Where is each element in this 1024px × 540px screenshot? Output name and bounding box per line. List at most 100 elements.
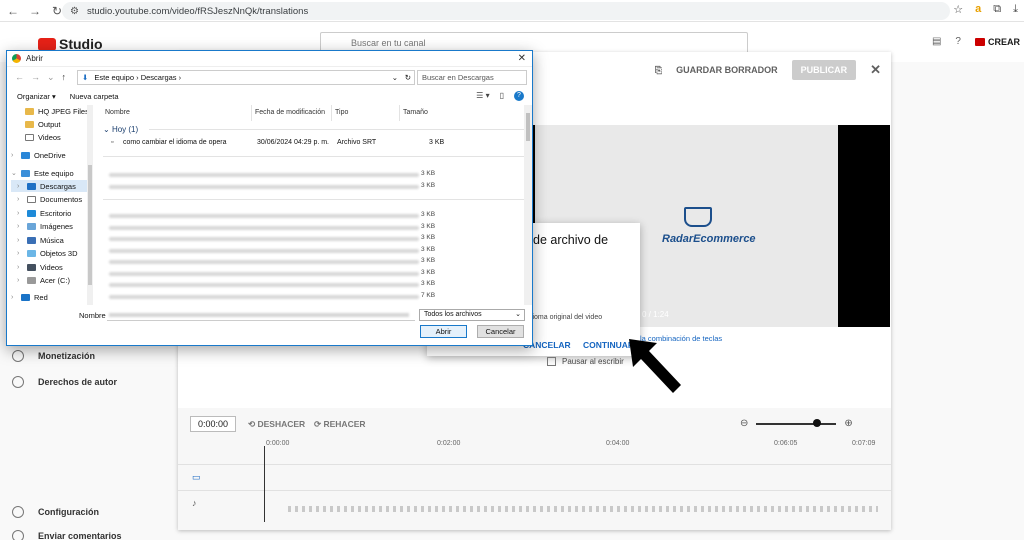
zoom-slider[interactable] bbox=[756, 418, 837, 427]
file-type-select[interactable]: Todos los archivos ⌄ bbox=[419, 309, 525, 321]
nav-item-videos-folder[interactable]: Videos bbox=[11, 131, 91, 143]
new-folder-button[interactable]: Nueva carpeta bbox=[70, 92, 119, 101]
chevron-down-icon[interactable]: ⌄ bbox=[392, 71, 398, 84]
download-icon[interactable]: ⤓ bbox=[1013, 3, 1018, 16]
blurred-file-row[interactable] bbox=[109, 295, 419, 299]
blurred-file-row[interactable] bbox=[109, 272, 419, 276]
document-icon bbox=[25, 133, 34, 141]
chevron-right-icon[interactable]: › bbox=[11, 294, 17, 301]
back-icon[interactable]: ← bbox=[15, 72, 24, 83]
blurred-file-row[interactable] bbox=[109, 260, 419, 264]
column-divider[interactable] bbox=[251, 105, 252, 121]
blurred-file-row[interactable] bbox=[109, 214, 419, 218]
extension-icon[interactable]: a bbox=[975, 3, 981, 16]
blurred-file-row[interactable] bbox=[109, 283, 419, 287]
refresh-icon[interactable]: ↻ bbox=[405, 71, 411, 84]
nav-item-videos[interactable]: › Videos bbox=[11, 261, 91, 273]
open-button[interactable]: Abrir bbox=[420, 325, 467, 338]
disk-icon bbox=[27, 276, 36, 284]
nav-item-hq-jpeg-files[interactable]: HQ JPEG Files bbox=[11, 105, 91, 117]
path-breadcrumb[interactable]: ⬇ Este equipo › Descargas › ⌄ ↻ bbox=[77, 70, 415, 85]
nav-item-3d-objects[interactable]: › Objetos 3D bbox=[11, 247, 91, 259]
playhead[interactable] bbox=[264, 446, 265, 522]
filename-input[interactable] bbox=[107, 309, 415, 321]
ruler-label: 0:07:09 bbox=[852, 440, 876, 447]
nav-item-network[interactable]: › Red bbox=[11, 291, 91, 303]
undo-button[interactable]: ⟲ DESHACER bbox=[248, 419, 305, 430]
subtitle-track-icon[interactable]: ▭ bbox=[192, 472, 201, 483]
sidebar-item-settings[interactable]: Configuración bbox=[12, 506, 99, 518]
file-list-scrollbar-thumb[interactable] bbox=[526, 113, 530, 141]
save-draft-button[interactable]: GUARDAR BORRADOR bbox=[676, 65, 778, 75]
nav-item-this-pc[interactable]: ⌄ Este equipo bbox=[11, 167, 91, 179]
up-icon[interactable]: ↑ bbox=[62, 72, 67, 83]
sidebar-item-copyright[interactable]: Derechos de autor bbox=[12, 376, 117, 388]
chevron-right-icon[interactable]: › bbox=[17, 277, 23, 284]
column-name[interactable]: Nombre bbox=[105, 109, 130, 116]
bookmark-star-icon[interactable]: ☆ bbox=[953, 3, 963, 16]
time-input[interactable]: 0:00:00 bbox=[190, 416, 236, 432]
nav-scrollbar-thumb[interactable] bbox=[88, 165, 92, 285]
column-date[interactable]: Fecha de modificación bbox=[255, 109, 325, 116]
help-icon[interactable]: ? bbox=[955, 36, 961, 47]
nav-item-desktop[interactable]: › Escritorio bbox=[11, 207, 91, 219]
close-icon[interactable]: ✕ bbox=[870, 62, 881, 78]
file-list-scrollbar[interactable] bbox=[524, 105, 532, 305]
nav-item-onedrive[interactable]: › OneDrive bbox=[11, 149, 91, 161]
preview-pane-icon[interactable]: ▯ bbox=[500, 91, 504, 101]
nav-scrollbar[interactable] bbox=[87, 105, 93, 305]
chevron-right-icon[interactable]: › bbox=[17, 183, 23, 190]
column-size[interactable]: Tamaño bbox=[403, 109, 428, 116]
chevron-right-icon[interactable]: › bbox=[17, 223, 23, 230]
file-row[interactable]: ▫ como cambiar el idioma de opera 30/06/… bbox=[103, 139, 528, 150]
column-type[interactable]: Tipo bbox=[335, 109, 348, 116]
view-options-icon[interactable]: ☰ ▾ bbox=[476, 91, 489, 101]
publish-button[interactable]: PUBLICAR bbox=[791, 60, 857, 80]
copyright-icon bbox=[12, 376, 24, 388]
nav-item-downloads[interactable]: › Descargas bbox=[11, 180, 91, 192]
column-divider[interactable] bbox=[331, 105, 332, 121]
sidebar-item-monetization[interactable]: Monetización bbox=[12, 350, 95, 362]
group-header[interactable]: ⌄ Hoy (1) bbox=[103, 125, 138, 134]
zoom-slider-thumb[interactable] bbox=[813, 418, 822, 427]
folder-search-input[interactable]: Buscar en Descargas bbox=[417, 70, 527, 85]
zoom-out-icon[interactable]: ⊖ bbox=[740, 418, 748, 429]
create-button[interactable]: CREAR bbox=[974, 37, 1020, 47]
recent-icon[interactable]: ⌄ bbox=[47, 72, 55, 83]
column-divider[interactable] bbox=[399, 105, 400, 121]
chevron-right-icon[interactable]: › bbox=[17, 237, 23, 244]
redo-button[interactable]: ⟳ REHACER bbox=[314, 419, 366, 430]
chevron-right-icon[interactable]: › bbox=[17, 264, 23, 271]
nav-item-music[interactable]: › Música bbox=[11, 234, 91, 246]
chevron-right-icon[interactable]: › bbox=[17, 196, 23, 203]
organize-button[interactable]: Organizar ▾ bbox=[17, 92, 56, 101]
chevron-down-icon[interactable]: ⌄ bbox=[11, 169, 17, 177]
close-icon[interactable]: ✕ bbox=[518, 53, 526, 64]
site-settings-icon[interactable]: ⚙ bbox=[70, 6, 79, 17]
pause-while-typing[interactable]: Pausar al escribir bbox=[547, 357, 624, 366]
blurred-file-row[interactable] bbox=[109, 249, 419, 253]
forward-icon[interactable]: → bbox=[31, 72, 40, 83]
nav-item-images[interactable]: › Imágenes bbox=[11, 220, 91, 232]
pause-checkbox[interactable] bbox=[547, 357, 556, 366]
cancel-button[interactable]: Cancelar bbox=[477, 325, 524, 338]
nav-item-output[interactable]: Output bbox=[11, 118, 91, 130]
address-bar[interactable]: ⚙ studio.youtube.com/video/fRSJeszNnQk/t… bbox=[62, 2, 950, 20]
blurred-file-row[interactable] bbox=[109, 226, 419, 230]
help-icon[interactable]: ? bbox=[514, 91, 524, 101]
nav-item-drive-c[interactable]: › Acer (C:) bbox=[11, 274, 91, 286]
puzzle-icon[interactable]: ⧉ bbox=[993, 3, 1001, 16]
nav-item-documents[interactable]: › Documentos bbox=[11, 193, 91, 205]
blurred-file-row[interactable] bbox=[109, 173, 419, 177]
blurred-file-row[interactable] bbox=[109, 185, 419, 189]
audio-track-icon[interactable]: ♪ bbox=[192, 498, 197, 508]
zoom-in-icon[interactable]: ⊕ bbox=[844, 418, 852, 429]
chevron-right-icon[interactable]: › bbox=[17, 210, 23, 217]
blurred-file-row[interactable] bbox=[109, 237, 419, 241]
sidebar-item-feedback[interactable]: Enviar comentarios bbox=[12, 530, 122, 540]
feedback-icon[interactable]: ▤ bbox=[932, 36, 941, 47]
chevron-right-icon[interactable]: › bbox=[17, 250, 23, 257]
chevron-right-icon[interactable]: › bbox=[11, 152, 17, 159]
back-icon[interactable]: ← bbox=[4, 4, 22, 18]
forward-icon[interactable]: → bbox=[26, 4, 44, 18]
